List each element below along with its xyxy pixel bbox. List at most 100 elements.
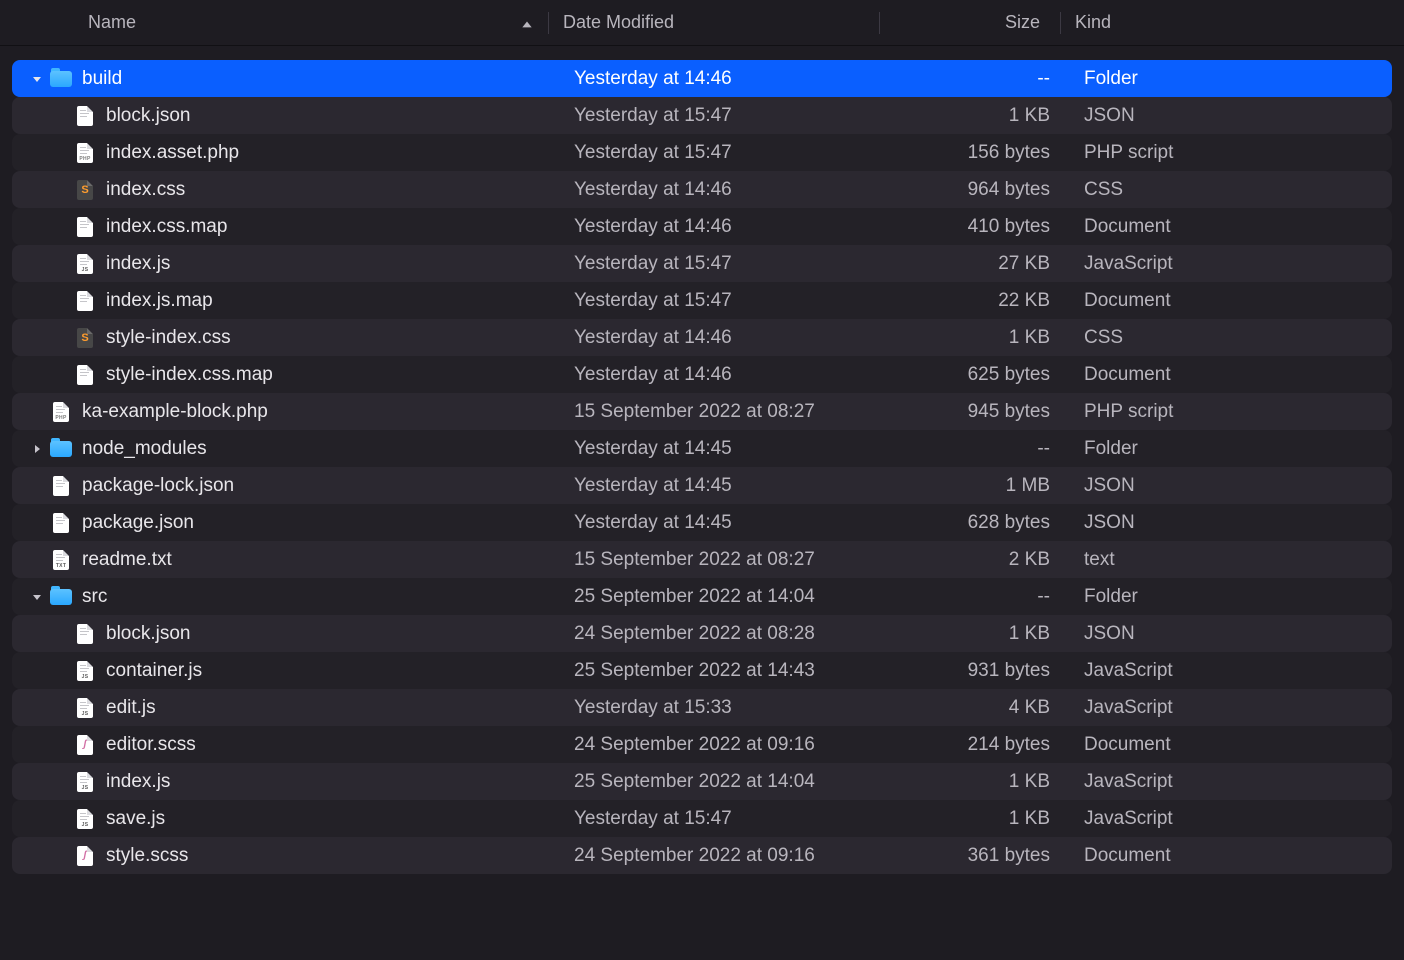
kind-cell: JavaScript [1070, 771, 1310, 793]
kind-cell: Document [1070, 845, 1310, 867]
column-header-name-label: Name [88, 12, 136, 33]
file-name: style.scss [106, 845, 188, 867]
size-cell: 1 KB [890, 771, 1070, 793]
chevron-down-icon[interactable] [28, 591, 46, 603]
file-row[interactable]: JSedit.jsYesterday at 15:334 KBJavaScrip… [12, 689, 1392, 726]
date-modified-cell: Yesterday at 14:45 [560, 438, 890, 460]
file-row[interactable]: JSindex.js25 September 2022 at 14:041 KB… [12, 763, 1392, 800]
file-name: index.css.map [106, 216, 227, 238]
folder-row[interactable]: buildYesterday at 14:46--Folder [12, 60, 1392, 97]
file-row[interactable]: block.jsonYesterday at 15:471 KBJSON [12, 97, 1392, 134]
name-cell: block.json [12, 623, 560, 645]
kind-cell: Document [1070, 734, 1310, 756]
file-icon-wrapper: S [74, 327, 96, 349]
file-icon-wrapper: TXT [50, 549, 72, 571]
file-name: index.js [106, 253, 170, 275]
name-cell: PHPka-example-block.php [12, 401, 560, 423]
file-row[interactable]: ʃstyle.scss24 September 2022 at 09:16361… [12, 837, 1392, 874]
file-row[interactable]: index.css.map Yesterday at 14:46410 bytes… [12, 208, 1392, 245]
kind-cell: JavaScript [1070, 808, 1310, 830]
file-name: index.js.map [106, 290, 213, 312]
file-icon-wrapper [50, 68, 72, 90]
folder-row[interactable]: node_modulesYesterday at 14:45--Folder [12, 430, 1392, 467]
size-cell: 625 bytes [890, 364, 1070, 386]
size-cell: 4 KB [890, 697, 1070, 719]
file-icon-wrapper: JS [74, 660, 96, 682]
kind-cell: Folder [1070, 68, 1310, 90]
file-name: style-index.css.map [106, 364, 273, 386]
size-cell: 1 KB [890, 623, 1070, 645]
file-row[interactable]: JScontainer.js25 September 2022 at 14:43… [12, 652, 1392, 689]
file-row[interactable]: TXTreadme.txt15 September 2022 at 08:272… [12, 541, 1392, 578]
size-cell: 410 bytes [890, 216, 1070, 238]
file-name: block.json [106, 623, 191, 645]
date-modified-cell: Yesterday at 14:46 [560, 327, 890, 349]
column-header-name[interactable]: Name [88, 12, 548, 33]
document-file-icon [77, 217, 93, 237]
column-header-size-label: Size [1005, 12, 1040, 32]
file-name: save.js [106, 808, 165, 830]
folder-row[interactable]: src25 September 2022 at 14:04--Folder [12, 578, 1392, 615]
size-cell: -- [890, 68, 1070, 90]
file-row[interactable]: ʃeditor.scss24 September 2022 at 09:1621… [12, 726, 1392, 763]
file-row[interactable]: package.jsonYesterday at 14:45628 bytesJ… [12, 504, 1392, 541]
file-row[interactable]: JSindex.jsYesterday at 15:4727 KBJavaScr… [12, 245, 1392, 282]
kind-cell: JSON [1070, 512, 1310, 534]
column-header-kind[interactable]: Kind [1061, 12, 1404, 33]
file-row[interactable]: JSsave.jsYesterday at 15:471 KBJavaScrip… [12, 800, 1392, 837]
column-header-kind-label: Kind [1075, 12, 1111, 32]
column-header-row: Name Date Modified Size Kind [0, 0, 1404, 46]
name-cell: build [12, 68, 560, 90]
file-icon-wrapper [74, 623, 96, 645]
size-cell: 27 KB [890, 253, 1070, 275]
file-row[interactable]: Sstyle-index.cssYesterday at 14:461 KBCS… [12, 319, 1392, 356]
sort-ascending-icon [520, 16, 534, 30]
document-file-icon [53, 476, 69, 496]
php-file-icon: PHP [53, 402, 69, 422]
js-file-icon: JS [77, 772, 93, 792]
file-row[interactable]: Sindex.cssYesterday at 14:46964 bytesCSS [12, 171, 1392, 208]
file-row[interactable]: PHPindex.asset.phpYesterday at 15:47156 … [12, 134, 1392, 171]
file-icon-wrapper: JS [74, 808, 96, 830]
file-row[interactable]: block.json24 September 2022 at 08:281 KB… [12, 615, 1392, 652]
column-header-date[interactable]: Date Modified [549, 12, 879, 33]
date-modified-cell: Yesterday at 14:46 [560, 364, 890, 386]
name-cell: ʃeditor.scss [12, 734, 560, 756]
name-cell: src [12, 586, 560, 608]
chevron-down-icon[interactable] [28, 73, 46, 85]
file-icon-wrapper [74, 290, 96, 312]
name-cell: JSindex.js [12, 771, 560, 793]
file-name: package.json [82, 512, 194, 534]
php-file-icon: PHP [77, 143, 93, 163]
size-cell: 1 KB [890, 105, 1070, 127]
date-modified-cell: 24 September 2022 at 09:16 [560, 734, 890, 756]
date-modified-cell: Yesterday at 15:47 [560, 142, 890, 164]
js-file-icon: JS [77, 254, 93, 274]
size-cell: 931 bytes [890, 660, 1070, 682]
size-cell: 1 KB [890, 327, 1070, 349]
scss-file-icon: ʃ [77, 846, 93, 866]
css-file-icon: S [77, 180, 93, 200]
document-file-icon [77, 291, 93, 311]
file-row[interactable]: index.js.mapYesterday at 15:4722 KBDocum… [12, 282, 1392, 319]
size-cell: 964 bytes [890, 179, 1070, 201]
file-row[interactable]: style-index.css.map Yesterday at 14:46625… [12, 356, 1392, 393]
folder-icon [50, 71, 72, 87]
date-modified-cell: 24 September 2022 at 09:16 [560, 845, 890, 867]
file-icon-wrapper: JS [74, 253, 96, 275]
file-icon-wrapper: ʃ [74, 845, 96, 867]
kind-cell: text [1070, 549, 1310, 571]
size-cell: 1 KB [890, 808, 1070, 830]
chevron-right-icon[interactable] [28, 443, 46, 455]
kind-cell: CSS [1070, 179, 1310, 201]
date-modified-cell: Yesterday at 14:46 [560, 216, 890, 238]
file-icon-wrapper [74, 216, 96, 238]
file-row[interactable]: PHPka-example-block.php15 September 2022… [12, 393, 1392, 430]
column-header-size[interactable]: Size [880, 12, 1060, 33]
document-file-icon [77, 365, 93, 385]
size-cell: 214 bytes [890, 734, 1070, 756]
file-icon-wrapper: JS [74, 771, 96, 793]
name-cell: JS save.js [12, 808, 560, 830]
file-row[interactable]: package-lock.jsonYesterday at 14:451 MBJ… [12, 467, 1392, 504]
name-cell: Sstyle-index.css [12, 327, 560, 349]
